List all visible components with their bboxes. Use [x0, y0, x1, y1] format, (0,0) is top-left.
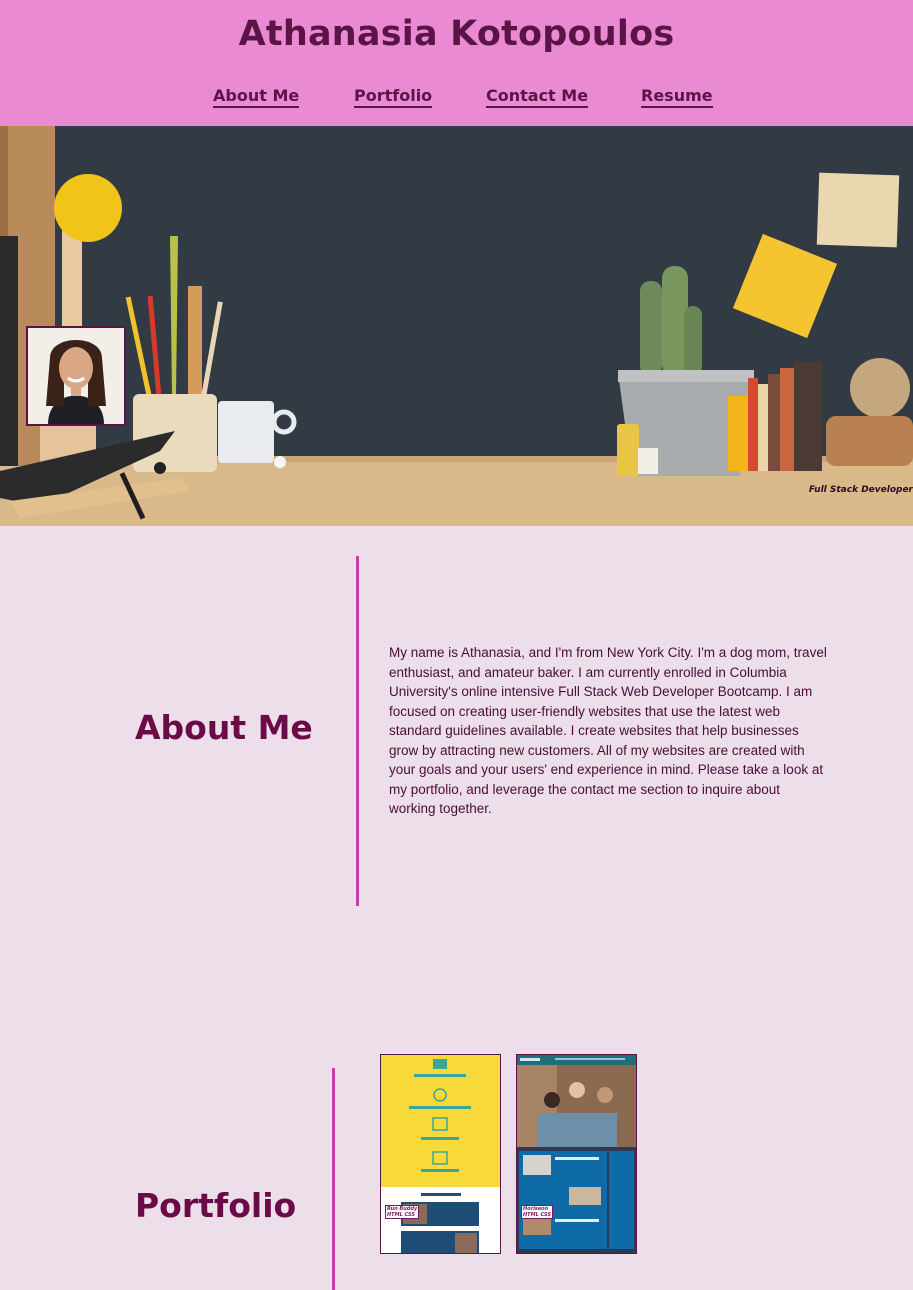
project-tech: HTML CSS: [387, 1212, 416, 1218]
horiseon-thumbnail: [517, 1055, 636, 1253]
hero-desk-image: [0, 126, 913, 526]
portfolio-divider: [332, 1068, 335, 1290]
site-title: Athanasia Kotopoulos: [238, 14, 675, 54]
hero-caption: Full Stack Developer: [808, 485, 913, 495]
avatar-image: [28, 328, 124, 424]
about-divider: [356, 556, 359, 906]
about-text: My name is Athanasia, and I'm from New Y…: [389, 645, 827, 816]
project-card-horiseon[interactable]: Horiseon HTML CSS: [516, 1054, 637, 1254]
project-label: Run Buddy HTML CSS: [385, 1205, 420, 1219]
nav-link-portfolio[interactable]: Portfolio: [354, 86, 433, 108]
main-nav: About Me Portfolio Contact Me Resume: [0, 86, 913, 112]
portfolio-heading: Portfolio: [135, 1186, 297, 1225]
about-heading: About Me: [135, 708, 313, 747]
project-tech: HTML CSS: [523, 1212, 552, 1218]
hero-banner: Full Stack Developer: [0, 126, 913, 526]
nav-link-about-me[interactable]: About Me: [213, 86, 300, 108]
nav-link-resume[interactable]: Resume: [641, 86, 713, 108]
nav-link-contact-me[interactable]: Contact Me: [486, 86, 589, 108]
site-header: Athanasia Kotopoulos About Me Portfolio …: [0, 0, 913, 126]
project-label: Horiseon HTML CSS: [521, 1205, 554, 1219]
project-card-run-buddy[interactable]: Run Buddy HTML CSS: [380, 1054, 501, 1254]
profile-photo: [26, 326, 126, 426]
run-buddy-thumbnail: [381, 1055, 500, 1253]
